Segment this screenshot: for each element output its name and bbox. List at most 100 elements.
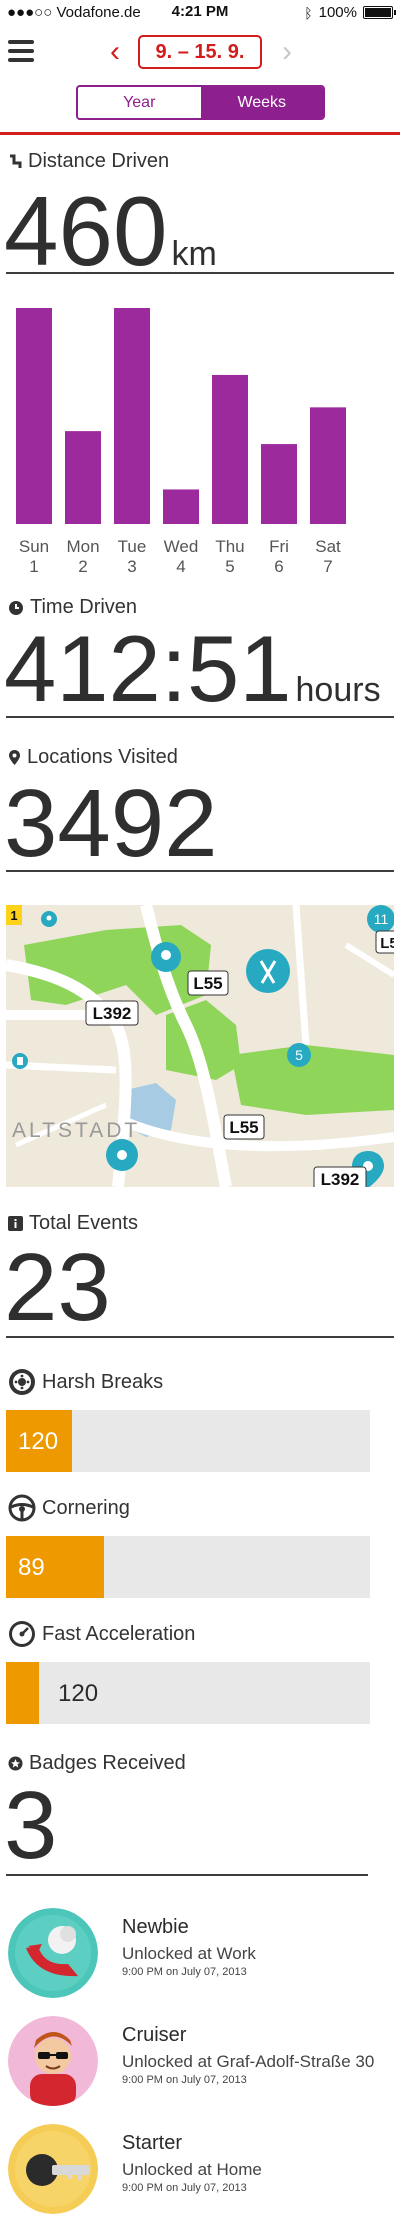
info-icon	[8, 1216, 23, 1231]
events-title: Total Events	[8, 1212, 138, 1235]
road-label: L392	[85, 1000, 139, 1026]
chart-tick-number: 7	[323, 557, 332, 576]
locations-title: Locations Visited	[8, 746, 178, 769]
metric-title: Harsh Breaks	[8, 1368, 163, 1396]
events-value: 23	[4, 1234, 111, 1341]
restaurant-marker[interactable]	[246, 949, 290, 993]
fuel-station-marker[interactable]	[12, 1053, 28, 1069]
cruiser-badge-icon	[8, 2016, 98, 2106]
badges-value: 3	[4, 1772, 58, 1879]
status-bar: ●●●○○ Vodafone.de 4:21 PM ᛒ 100%	[0, 0, 400, 26]
bluetooth-icon: ᛒ	[304, 4, 313, 21]
road-label-text: L392	[321, 1170, 360, 1187]
cluster-marker[interactable]: 11	[367, 905, 394, 933]
chart-tick-number: 4	[176, 557, 185, 576]
badge-timestamp: 9:00 PM on July 07, 2013	[122, 1966, 247, 1978]
chart-tick-label: Tue	[118, 537, 147, 556]
locations-value: 3492	[4, 770, 218, 877]
road-label: L55	[223, 1114, 265, 1140]
chart-tick-label: Sat	[315, 537, 341, 556]
period-toggle: Year Weeks	[76, 85, 325, 120]
chart-tick-label: Mon	[66, 537, 99, 556]
location-marker[interactable]	[41, 911, 57, 927]
distance-unit: km	[171, 235, 217, 273]
distance-number: 460	[4, 176, 168, 286]
date-navigator: ‹ 9. – 15. 9. ›	[108, 33, 294, 71]
cluster-marker[interactable]: 5	[287, 1043, 311, 1067]
distance-bar-chart: Sun1 Mon2 Tue3 Wed4 Thu5 Fri6 Sat7	[16, 308, 346, 576]
chart-bar-wed	[163, 489, 199, 524]
harsh-breaks-value: 120	[18, 1428, 59, 1455]
brake-disc-icon	[9, 1369, 35, 1395]
map-canvas[interactable]: 5 11 1 L392 L55 L55 L392 L5 ALTSTADT	[6, 905, 394, 1187]
divider	[6, 272, 394, 274]
location-marker[interactable]	[151, 942, 181, 972]
chart-bar-sat	[310, 407, 346, 524]
cornering-bar: 89	[6, 1536, 370, 1598]
date-range[interactable]: 9. – 15. 9.	[138, 35, 262, 69]
district-label: ALTSTADT	[12, 1119, 140, 1142]
badge-timestamp: 9:00 PM on July 07, 2013	[122, 2074, 247, 2086]
starter-badge-icon	[8, 2124, 98, 2214]
clock-icon	[9, 600, 23, 615]
previous-week-button[interactable]: ‹	[110, 37, 120, 67]
metric-title-text: Harsh Breaks	[42, 1370, 164, 1393]
cluster-count: 11	[374, 911, 389, 927]
tab-weeks[interactable]: Weeks	[200, 87, 323, 118]
events-title-text: Total Events	[29, 1212, 138, 1234]
distance-value: 460 km	[4, 182, 217, 280]
attraction-marker[interactable]	[106, 1139, 138, 1171]
map-count-text: 1	[10, 908, 17, 923]
road-label-text: L392	[93, 1004, 132, 1023]
chart-bar-mon	[65, 431, 101, 524]
badge-item[interactable]: Cruiser Unlocked at Graf-Adolf-Straße 30…	[8, 2016, 400, 2116]
road-label-text: L55	[229, 1118, 258, 1137]
fast-acceleration-bar: 120	[6, 1662, 370, 1724]
harsh-breaks-bar: 120	[6, 1410, 370, 1472]
battery-status: ᛒ 100%	[304, 4, 396, 21]
speedometer-icon	[9, 1621, 35, 1647]
badge-subtitle: Unlocked at Home	[122, 2160, 262, 2179]
cornering-value: 89	[18, 1554, 45, 1581]
battery-percent: 100%	[318, 4, 357, 21]
distance-title-text: Distance Driven	[28, 150, 170, 172]
time-driven-value: 412:51 hours	[4, 622, 381, 716]
next-week-button[interactable]: ›	[282, 37, 292, 67]
chart-tick-label: Wed	[164, 537, 199, 556]
metric-title: Fast Acceleration	[8, 1620, 195, 1648]
badge-item[interactable]: Newbie Unlocked at Work 9:00 PM on July …	[8, 1908, 400, 2008]
metric-title: Cornering	[8, 1494, 130, 1522]
metric-title-text: Fast Acceleration	[42, 1622, 196, 1645]
time-driven-unit: hours	[295, 671, 381, 709]
location-pin-icon	[9, 750, 20, 765]
badge-subtitle: Unlocked at Work	[122, 1944, 256, 1963]
metric-title-text: Cornering	[42, 1496, 130, 1519]
badge-title: Newbie	[122, 1916, 189, 1938]
fast-acceleration-value: 120	[58, 1680, 99, 1707]
cluster-count: 5	[295, 1047, 303, 1063]
time-driven-number: 412:51	[4, 616, 292, 721]
chart-tick-number: 2	[78, 557, 87, 576]
map-count-badge[interactable]: 1	[6, 905, 22, 925]
menu-icon[interactable]	[8, 40, 34, 62]
fast-acceleration-bar-fill	[6, 1662, 39, 1724]
divider	[6, 870, 394, 872]
chart-tick-label: Fri	[269, 537, 289, 556]
chart-bar-sun	[16, 308, 52, 524]
newbie-badge-icon	[8, 1908, 98, 1998]
badge-timestamp: 9:00 PM on July 07, 2013	[122, 2182, 247, 2194]
badge-item[interactable]: Starter Unlocked at Home 9:00 PM on July…	[8, 2124, 400, 2224]
distance-title: Distance Driven	[8, 150, 169, 173]
divider	[6, 1874, 368, 1876]
star-badge-icon	[8, 1756, 23, 1771]
badge-title: Starter	[122, 2132, 183, 2154]
locations-map[interactable]: 5 11 1 L392 L55 L55 L392 L5 ALTSTADT	[6, 905, 394, 1187]
chart-bar-fri	[261, 444, 297, 524]
tab-year[interactable]: Year	[78, 87, 201, 118]
chart-tick-number: 5	[225, 557, 234, 576]
battery-icon	[363, 6, 396, 19]
divider	[6, 716, 394, 718]
chart-tick-label: Thu	[215, 537, 244, 556]
road-label: L392	[313, 1166, 367, 1187]
header-divider	[0, 132, 400, 135]
